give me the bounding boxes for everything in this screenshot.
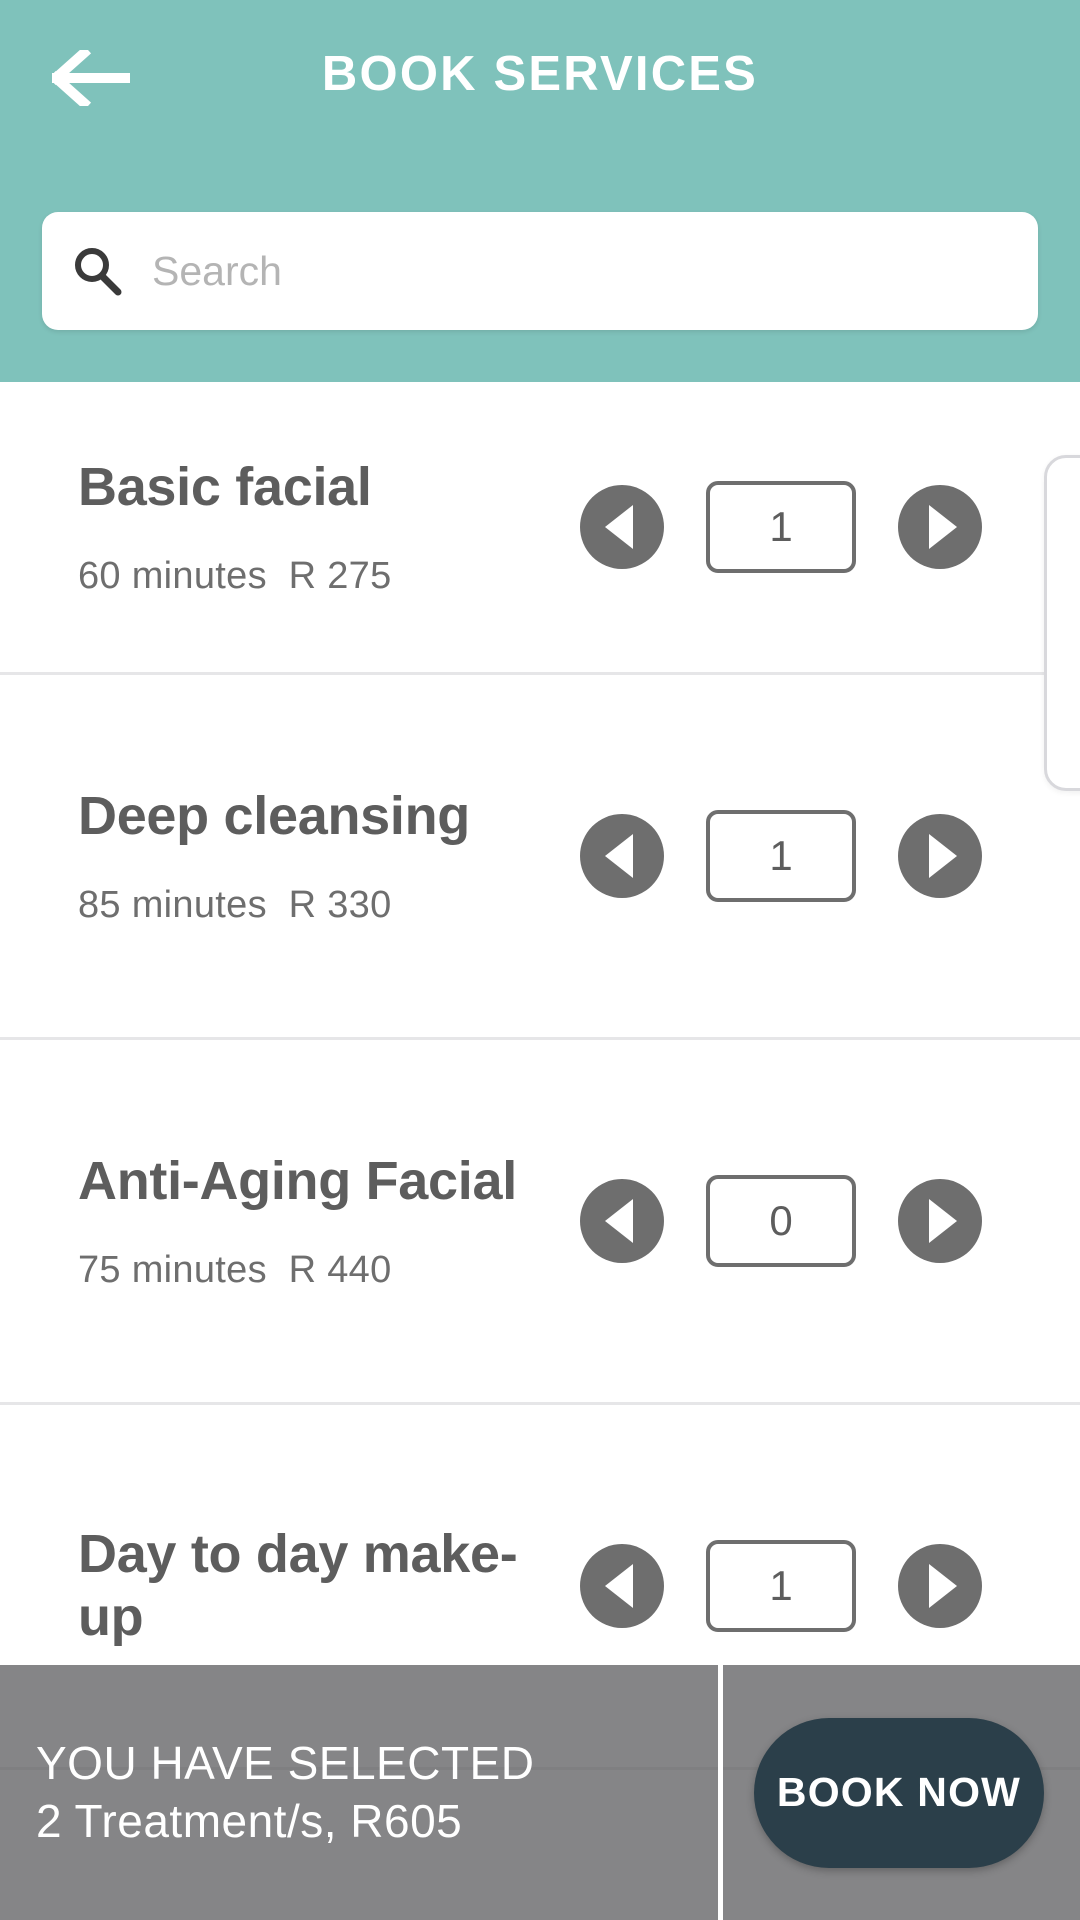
book-now-button[interactable]: BOOK NOW: [754, 1717, 1044, 1868]
service-name: Deep cleansing: [78, 786, 470, 847]
triangle-right-icon[interactable]: [898, 485, 982, 569]
quantity-value[interactable]: 1: [706, 481, 856, 573]
service-info: Day to day make-up: [0, 1523, 580, 1648]
service-meta: 60 minutes R 275: [78, 555, 580, 598]
page-title: BOOK SERVICES: [321, 47, 759, 101]
quantity-value[interactable]: 1: [706, 810, 856, 902]
triangle-right-icon[interactable]: [898, 1179, 982, 1263]
book-services-screen: BOOK SERVICES Basic facial 60 minutes R …: [0, 0, 1080, 1920]
service-duration: 60 minutes: [78, 554, 267, 597]
triangle-left-icon[interactable]: [580, 1544, 664, 1628]
quantity-stepper: 0: [580, 1175, 1080, 1267]
triangle-left-icon[interactable]: [580, 814, 664, 898]
service-price: R 440: [288, 1248, 392, 1291]
triangle-left-icon[interactable]: [580, 1179, 664, 1263]
service-duration: 85 minutes: [78, 883, 267, 926]
selection-summary-text: YOU HAVE SELECTED 2 Treatment/s, R605: [0, 1665, 718, 1920]
service-info: Anti-Aging Facial 75 minutes R 440: [0, 1150, 580, 1292]
selection-label: YOU HAVE SELECTED: [36, 1736, 535, 1789]
service-name: Basic facial: [78, 457, 372, 518]
triangle-right-icon[interactable]: [898, 814, 982, 898]
service-info: Basic facial 60 minutes R 275: [0, 456, 580, 598]
quantity-stepper: 1: [580, 481, 1080, 573]
quantity-value[interactable]: 0: [706, 1175, 856, 1267]
table-row[interactable]: Anti-Aging Facial 75 minutes R 440 0: [0, 1040, 1080, 1405]
search-icon: [42, 212, 152, 330]
service-price: R 275: [288, 554, 392, 597]
table-row[interactable]: Deep cleansing 85 minutes R 330 1: [0, 675, 1080, 1040]
triangle-right-icon[interactable]: [898, 1544, 982, 1628]
selection-total: 2 Treatment/s, R605: [36, 1794, 463, 1847]
book-now-container: BOOK NOW: [718, 1665, 1080, 1920]
service-name: Day to day make-up: [78, 1524, 518, 1647]
service-meta: 75 minutes R 440: [78, 1249, 580, 1292]
quantity-stepper: 1: [580, 1540, 1080, 1632]
search-input[interactable]: [152, 212, 1038, 330]
triangle-left-icon[interactable]: [580, 485, 664, 569]
search-bar[interactable]: [42, 212, 1038, 330]
service-price: R 330: [288, 883, 392, 926]
service-meta: 85 minutes R 330: [78, 884, 580, 927]
table-row[interactable]: Basic facial 60 minutes R 275 1: [0, 382, 1080, 675]
service-name: Anti-Aging Facial: [78, 1151, 517, 1212]
service-info: Deep cleansing 85 minutes R 330: [0, 785, 580, 927]
quantity-stepper: 1: [580, 810, 1080, 902]
selection-summary-bar: YOU HAVE SELECTED 2 Treatment/s, R605 BO…: [0, 1665, 1080, 1920]
app-header: BOOK SERVICES: [0, 0, 1080, 382]
quantity-value[interactable]: 1: [706, 1540, 856, 1632]
service-duration: 75 minutes: [78, 1248, 267, 1291]
